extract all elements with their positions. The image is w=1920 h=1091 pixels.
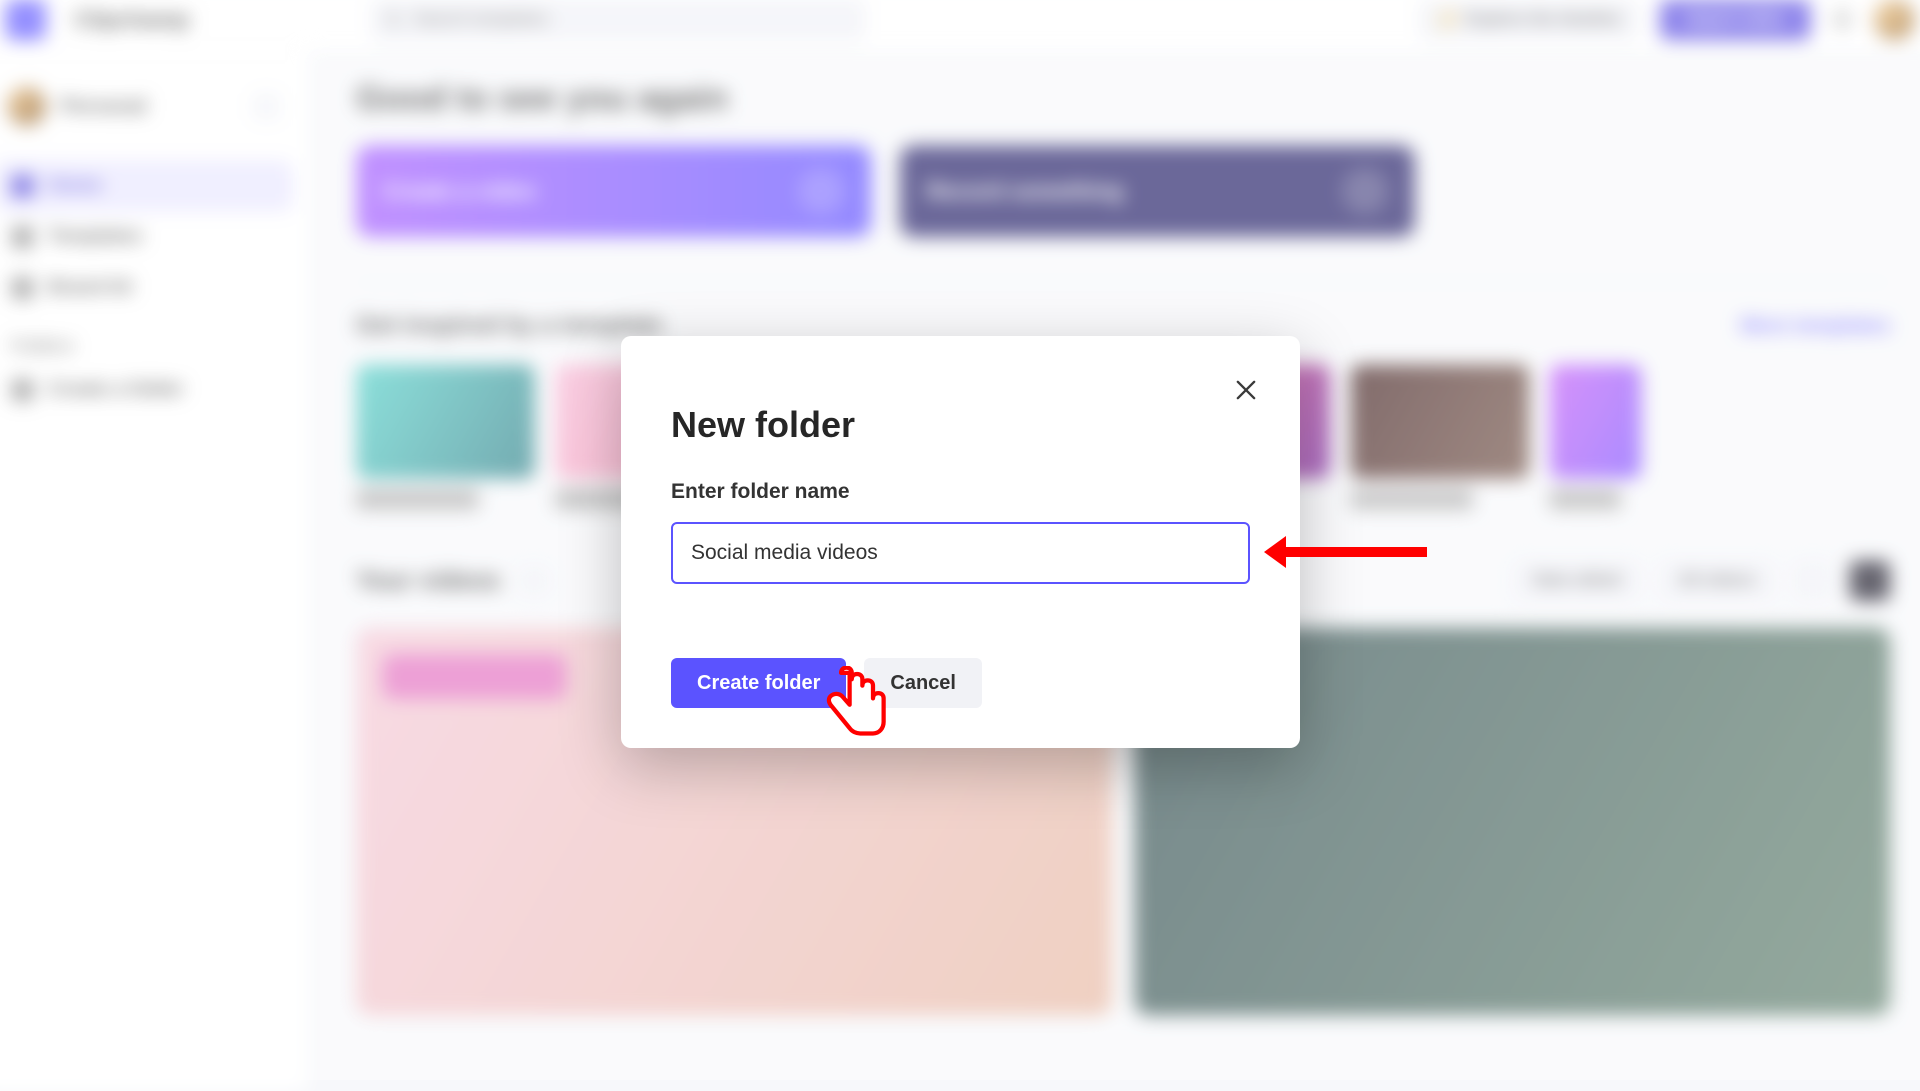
cancel-button[interactable]: Cancel xyxy=(864,658,982,708)
close-button[interactable] xyxy=(1232,376,1260,404)
close-icon xyxy=(1232,376,1260,404)
folder-name-label: Enter folder name xyxy=(671,480,1250,504)
create-folder-button[interactable]: Create folder xyxy=(671,658,846,708)
new-folder-dialog: New folder Enter folder name Create fold… xyxy=(621,336,1300,748)
dialog-title: New folder xyxy=(671,404,1250,446)
folder-name-input[interactable] xyxy=(671,522,1250,584)
